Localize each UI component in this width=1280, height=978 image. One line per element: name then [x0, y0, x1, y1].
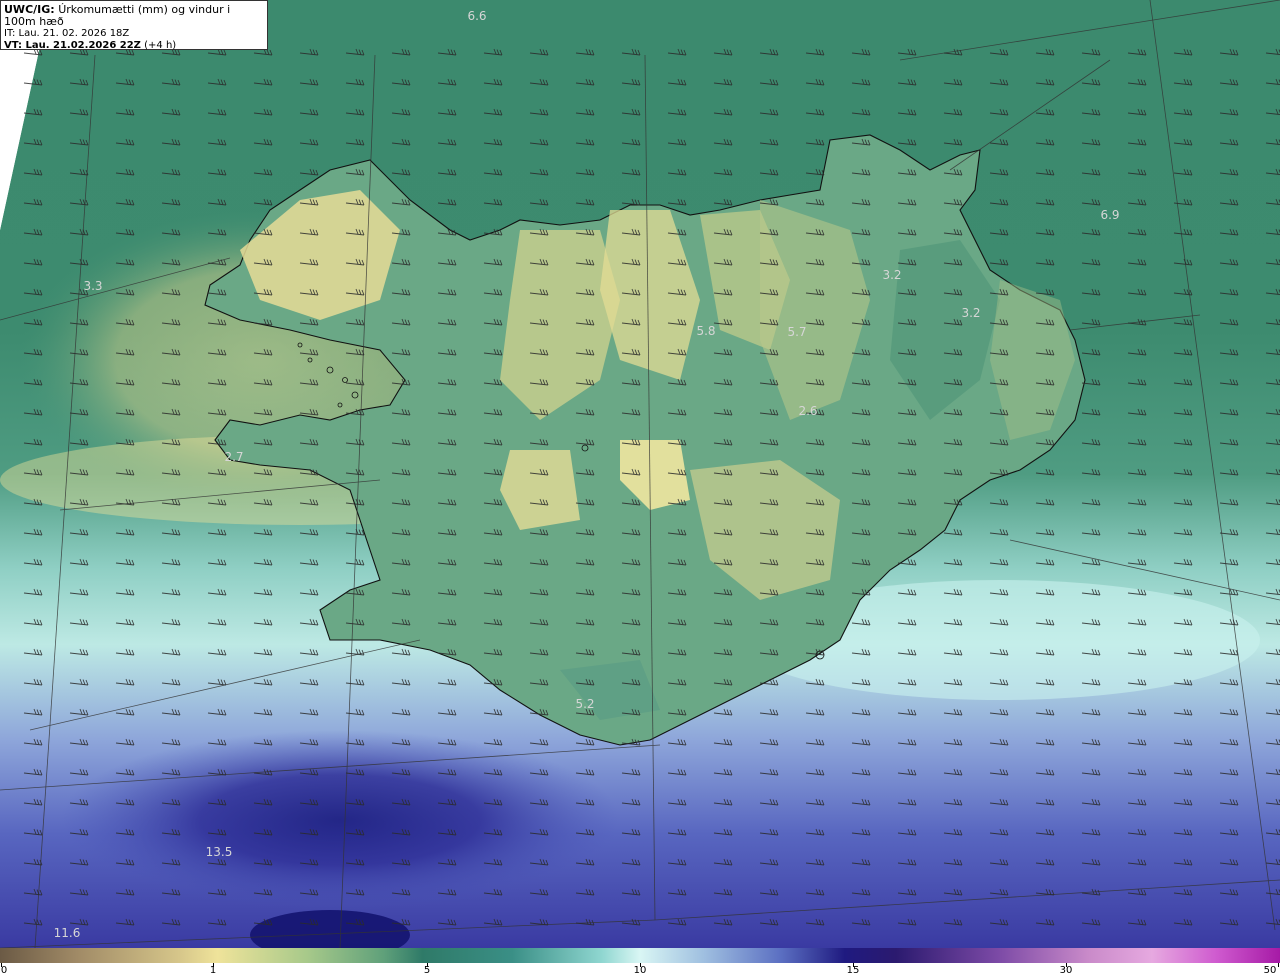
max-value-label: 5.8 — [696, 324, 716, 338]
precipitation-map — [0, 0, 1280, 948]
max-value-label: 3.3 — [83, 279, 103, 293]
valid-time: VT: Lau. 21.02.2026 22Z — [4, 40, 141, 51]
max-value-label: 5.7 — [787, 325, 807, 339]
max-value-label: 6.6 — [467, 9, 487, 23]
colorbar-tick-label: 5 — [423, 965, 431, 976]
max-value-label: 3.2 — [882, 268, 902, 282]
initial-time: IT: Lau. 21. 02. 2026 18Z — [4, 28, 130, 39]
wind-barbs — [0, 45, 1280, 948]
max-value-label: 6.9 — [1100, 208, 1120, 222]
max-value-label: 13.5 — [205, 845, 233, 859]
forecast-offset: (+4 h) — [144, 40, 177, 51]
max-value-label: 2.7 — [224, 450, 244, 464]
max-value-label: 5.2 — [575, 697, 595, 711]
max-value-label: 11.6 — [53, 926, 81, 940]
model-title-line: UWC/IG: Úrkomumætti (mm) og vindur i 100… — [4, 4, 264, 28]
colorbar-tick-label: 15 — [846, 965, 860, 976]
colorbar-tick-label: 50 — [1263, 965, 1277, 976]
forecast-info-box: UWC/IG: Úrkomumætti (mm) og vindur i 100… — [0, 0, 268, 52]
max-value-label: 3.2 — [961, 306, 981, 320]
valid-time-line: VT: Lau. 21.02.2026 22Z (+4 h) — [4, 40, 264, 52]
precipitation-colorbar: 0 1 5 10 15 30 50 — [0, 948, 1280, 978]
colorbar-tick-label: 1 — [209, 965, 217, 976]
colorbar-tick-label: 30 — [1059, 965, 1073, 976]
colorbar-tick-label: 0 — [0, 965, 8, 976]
colorbar-tick-label: 10 — [633, 965, 647, 976]
colorbar-gradient — [0, 948, 1280, 963]
max-value-label: 2.6 — [798, 404, 818, 418]
